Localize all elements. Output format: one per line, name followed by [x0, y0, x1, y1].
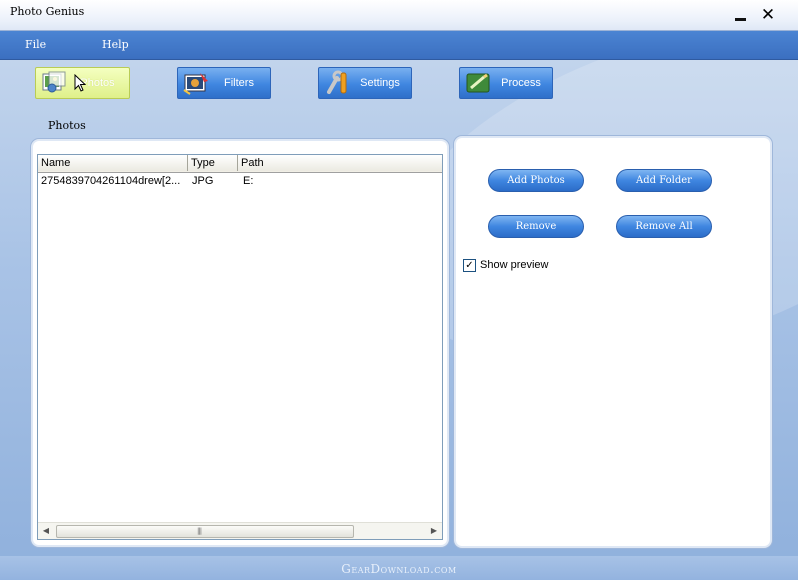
tab-filters-label: Filters: [224, 77, 254, 89]
show-preview-label: Show preview: [480, 259, 549, 271]
photos-panel: Name Type Path 2754839704261104drew[2...…: [33, 141, 447, 545]
photos-icon: [42, 71, 66, 93]
title-bar: Photo Genius ✕: [0, 0, 798, 31]
scroll-right-icon[interactable]: ▶: [426, 523, 442, 539]
menu-help[interactable]: Help: [102, 38, 129, 51]
table-row[interactable]: 2754839704261104drew[2... JPG E:: [38, 175, 442, 190]
cell-name: 2754839704261104drew[2...: [41, 175, 181, 187]
window-title: Photo Genius: [10, 5, 85, 18]
mouse-cursor-icon: [74, 74, 86, 92]
watermark: GearDownload.com: [341, 562, 457, 576]
scroll-left-icon[interactable]: ◀: [38, 523, 54, 539]
remove-all-button[interactable]: Remove All: [616, 215, 712, 238]
actions-panel: [456, 138, 770, 546]
column-type[interactable]: Type: [188, 155, 238, 171]
menu-file[interactable]: File: [25, 38, 46, 51]
menu-bar: File Help: [0, 31, 798, 60]
minimize-icon[interactable]: [729, 4, 751, 26]
show-preview-checkbox[interactable]: ✓: [463, 259, 476, 272]
tab-filters[interactable]: Filters: [177, 67, 271, 99]
filters-icon: [183, 73, 208, 95]
tab-process[interactable]: Process: [459, 67, 553, 99]
horizontal-scrollbar[interactable]: ◀ ||| ▶: [38, 522, 442, 539]
tab-settings-label: Settings: [360, 77, 400, 89]
tab-process-label: Process: [501, 77, 541, 89]
cell-path: E:: [243, 175, 254, 187]
process-icon: [466, 73, 490, 93]
add-photos-button[interactable]: Add Photos: [488, 169, 584, 192]
photo-list[interactable]: Name Type Path 2754839704261104drew[2...…: [37, 154, 443, 540]
section-title: Photos: [48, 119, 86, 132]
remove-button[interactable]: Remove: [488, 215, 584, 238]
scroll-thumb[interactable]: |||: [56, 525, 354, 538]
add-folder-button[interactable]: Add Folder: [616, 169, 712, 192]
column-name[interactable]: Name: [38, 155, 188, 171]
close-icon[interactable]: ✕: [757, 4, 779, 26]
app-window: Photo Genius ✕ File Help Photos Filters: [0, 0, 798, 580]
settings-icon: [327, 70, 347, 94]
tab-settings[interactable]: Settings: [318, 67, 412, 99]
scroll-grip: |||: [197, 527, 202, 535]
column-path[interactable]: Path: [238, 155, 442, 171]
cell-type: JPG: [192, 175, 214, 187]
list-header: Name Type Path: [38, 155, 442, 173]
